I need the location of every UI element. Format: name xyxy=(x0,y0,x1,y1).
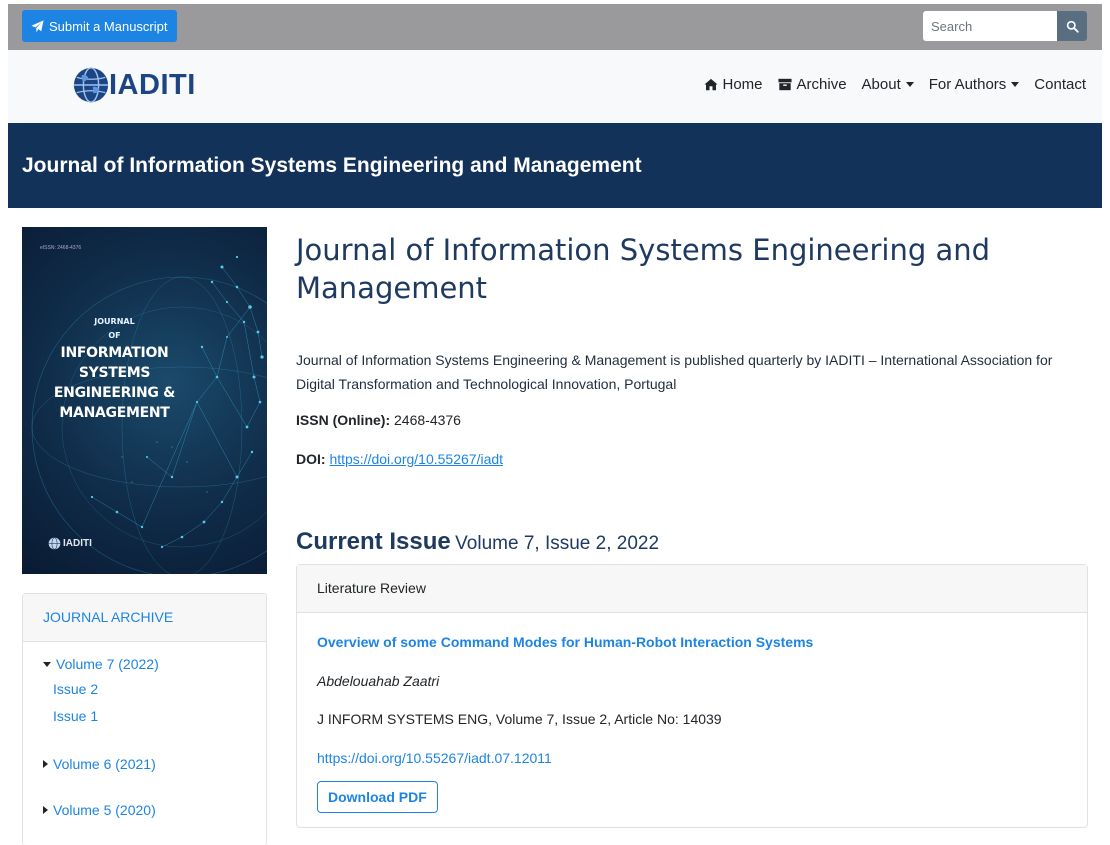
archive-heading: JOURNAL ARCHIVE xyxy=(23,594,266,642)
home-icon xyxy=(703,78,718,91)
archive-volume-6[interactable]: Volume 6 (2021) xyxy=(43,756,156,772)
current-issue-volume: Volume 7, Issue 2, 2022 xyxy=(455,533,660,554)
volume-label: Volume 7 (2022) xyxy=(56,656,159,672)
current-issue-heading: Current Issue Volume 7, Issue 2, 2022 xyxy=(296,528,659,556)
nav-for-authors-dropdown[interactable]: For Authors xyxy=(929,76,1020,93)
nav-archive-label: Archive xyxy=(796,76,847,93)
cover-text: ENGINEERING & xyxy=(53,385,176,401)
volume-label: Volume 5 (2020) xyxy=(53,802,156,818)
journal-header-title: Journal of Information Systems Engineeri… xyxy=(22,154,642,177)
nav-for-authors-label: For Authors xyxy=(928,76,1007,93)
article-section-heading: Literature Review xyxy=(297,565,1087,613)
issn-label: ISSN (Online): xyxy=(296,412,391,428)
search-button[interactable] xyxy=(1057,11,1087,41)
caret-down-icon xyxy=(1011,82,1020,87)
volume-label: Volume 6 (2021) xyxy=(53,756,156,772)
nav-archive[interactable]: Archive xyxy=(777,76,847,93)
download-pdf-button[interactable]: Download PDF xyxy=(317,781,438,813)
archive-volume-5[interactable]: Volume 5 (2020) xyxy=(43,802,156,818)
nav-home[interactable]: Home xyxy=(703,76,763,93)
search-input[interactable] xyxy=(923,11,1057,41)
nav-contact[interactable]: Contact xyxy=(1034,76,1086,93)
paper-plane-icon xyxy=(31,19,44,32)
doi-link[interactable]: https://doi.org/10.55267/iadt xyxy=(329,451,503,467)
caret-right-icon xyxy=(43,806,48,814)
cover-issn: eISSN: 2468-4376 xyxy=(40,245,82,251)
nav-about-label: About xyxy=(861,76,901,93)
issn-value: 2468-4376 xyxy=(394,412,461,428)
globe-logo-icon xyxy=(48,537,61,550)
cover-text: JOURNAL xyxy=(94,317,135,326)
nav-contact-label: Contact xyxy=(1034,76,1086,93)
cover-logo: IADITI xyxy=(48,537,92,550)
cover-text: MANAGEMENT xyxy=(59,405,170,421)
globe-logo-icon xyxy=(73,67,109,103)
submit-manuscript-button[interactable]: Submit a Manuscript xyxy=(22,10,177,42)
article-title-link[interactable]: Overview of some Command Modes for Human… xyxy=(317,634,813,650)
cover-logo-text: IADITI xyxy=(63,538,92,549)
caret-down-icon xyxy=(43,661,51,667)
issn-line: ISSN (Online): 2468-4376 xyxy=(296,412,461,428)
main-navbar: IADITI Home Archive About For Authors Co… xyxy=(8,50,1102,123)
article-doi-link[interactable]: https://doi.org/10.55267/iadt.07.12011 xyxy=(317,750,552,766)
article-author: Abdelouahab Zaatri xyxy=(317,673,440,689)
archive-icon xyxy=(777,78,792,91)
caret-down-icon xyxy=(905,82,914,87)
article-card: Literature Review Overview of some Comma… xyxy=(296,564,1088,828)
nav-home-label: Home xyxy=(722,76,763,93)
journal-description: Journal of Information Systems Engineeri… xyxy=(296,352,1053,392)
site-logo[interactable]: IADITI xyxy=(72,66,196,104)
logo-text: IADITI xyxy=(109,68,196,101)
journal-header-band: Journal of Information Systems Engineeri… xyxy=(8,123,1102,208)
doi-label: DOI: xyxy=(296,451,326,467)
nav-about-dropdown[interactable]: About xyxy=(862,76,914,93)
cover-text: SYSTEMS xyxy=(78,365,151,381)
archive-volume-7[interactable]: Volume 7 (2022) xyxy=(43,656,159,672)
nav-links: Home Archive About For Authors Contact xyxy=(689,76,1086,93)
journal-archive-card: JOURNAL ARCHIVE Volume 7 (2022) Issue 2 … xyxy=(22,593,267,845)
cover-text: OF xyxy=(108,331,121,340)
top-bar: Submit a Manuscript xyxy=(8,4,1102,50)
archive-issue-1[interactable]: Issue 1 xyxy=(53,708,98,724)
caret-right-icon xyxy=(43,760,48,768)
journal-cover-image: eISSN: 2468-4376 JOURNAL OF INFORMATION … xyxy=(22,227,267,574)
article-citation: J INFORM SYSTEMS ENG, Volume 7, Issue 2,… xyxy=(317,711,722,727)
cover-text: INFORMATION xyxy=(60,345,169,361)
search-icon xyxy=(1066,20,1079,33)
current-issue-label: Current Issue xyxy=(296,528,451,555)
submit-manuscript-label: Submit a Manuscript xyxy=(49,18,168,34)
doi-line: DOI: https://doi.org/10.55267/iadt xyxy=(296,451,503,467)
search-form xyxy=(923,11,1087,41)
archive-issue-2[interactable]: Issue 2 xyxy=(53,681,98,697)
page-title: Journal of Information Systems Engineeri… xyxy=(296,233,991,305)
